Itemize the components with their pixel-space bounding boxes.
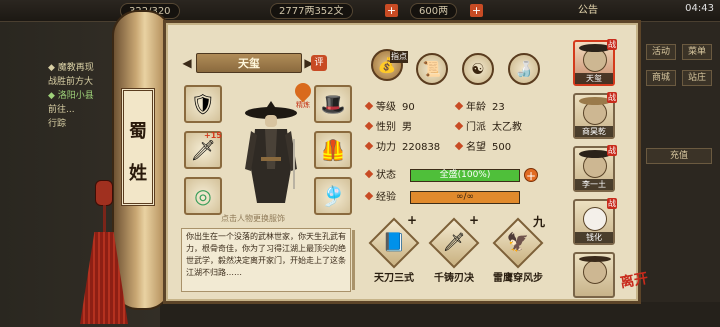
add-gold-button[interactable]: + [470, 4, 483, 17]
exp-bar: ∞/∞ [410, 191, 520, 204]
pendant-icon: 🎐 [320, 184, 346, 208]
character-avatar[interactable] [241, 99, 301, 209]
equip-slot-pendant[interactable]: 🎐 [314, 177, 352, 215]
gourd-icon[interactable]: 🍶 [508, 53, 540, 85]
enhance-level: +15 [204, 131, 222, 140]
restore-status-button[interactable]: + [524, 168, 538, 183]
battle-tag: 战 [607, 198, 617, 209]
quest-line-1[interactable]: ◆ 魔教再现 [48, 60, 94, 73]
blade-icon: 🗡 [442, 232, 466, 253]
plaque-char-2: 姓 [129, 163, 147, 184]
plaque-char-1: 蜀 [129, 121, 147, 142]
party-member-name: 李一土 [575, 179, 613, 190]
stat-level: 等级 90 [364, 101, 415, 115]
scroll-plaque: 蜀 姓 [121, 88, 155, 206]
book-icon: 📘 [382, 232, 406, 253]
equip-slot-bracelet[interactable]: ◎ [184, 177, 222, 215]
bracelet-icon: ◎ [194, 184, 212, 208]
skill-1[interactable]: 📘 [368, 217, 420, 269]
zhidian-tag: 指点 [390, 51, 408, 63]
status-label: 状态 [364, 169, 396, 183]
stat-sect: 门派 太乙教 [454, 121, 522, 135]
quest-line-2: 战胜前方大 [48, 77, 94, 87]
activity-button[interactable]: 活动 [646, 44, 676, 60]
party-member-name: 天玺 [575, 73, 613, 84]
avatar-hint: 点击人物更换服饰 [221, 214, 285, 223]
skill-3-name: 雷鹰穿风步 [493, 273, 543, 284]
status-bar: 全盛(100%) [410, 169, 520, 182]
world-background-bottom [160, 302, 720, 327]
status-bar-text: 全盛(100%) [439, 170, 491, 180]
party-member-3[interactable]: 战 李一土 [573, 145, 617, 192]
menu-button[interactable]: 菜单 [682, 44, 712, 60]
skill-3[interactable]: 🦅 [492, 217, 544, 269]
recharge-button[interactable]: 充值 [646, 148, 712, 164]
stat-power: 功力 220838 [364, 141, 440, 155]
quest-line-4: 前往... [48, 105, 75, 115]
stat-gender: 性别男 [364, 121, 412, 135]
clock: 04:43 [685, 3, 714, 14]
hat-icon: 🎩 [320, 92, 346, 116]
add-coins-button[interactable]: + [385, 4, 398, 17]
rate-button[interactable]: 评 [311, 55, 327, 71]
eagle-icon: 🦅 [506, 232, 530, 253]
battle-tag: 战 [607, 145, 617, 156]
equip-slot-hat[interactable]: 🎩 [314, 85, 352, 123]
equip-slot-weapon[interactable]: 🗡 +15 [184, 131, 222, 169]
character-name-banner: 天玺 [196, 53, 302, 73]
coin-counter: 2777两352文 [270, 3, 353, 19]
hair-icon [579, 256, 611, 262]
taiji-icon[interactable]: ☯ [462, 53, 494, 85]
top-status-bar: 322/320 2777两352文 + 600两 + 公告 04:43 [0, 0, 720, 22]
party-member-1[interactable]: 战 天玺 [573, 39, 617, 86]
equip-slot-armor[interactable]: 🦺 [314, 131, 352, 169]
exp-label: 经验 [364, 191, 396, 205]
equip-slot-shoulder[interactable]: 🛡 [184, 85, 222, 123]
character-panel: ◀ 天玺 ▶ 评 🛡 🗡 +15 ◎ 精炼 点击人物更换服饰 🎩 🦺 🎐 💰 指… [163, 20, 641, 304]
battle-tag: 战 [607, 39, 617, 50]
quest-line-5: 行踪 [48, 119, 67, 129]
manor-button[interactable]: 站庄 [682, 70, 712, 86]
party-member-name: 商昊乾 [575, 126, 613, 137]
party-member-4[interactable]: 战 钱化 [573, 198, 617, 245]
exp-bar-text: ∞/∞ [455, 192, 475, 202]
gold-counter: 600两 [410, 3, 458, 19]
quest-line-3[interactable]: ◆ 洛阳小县 [48, 88, 94, 101]
battle-tag: 战 [607, 92, 617, 103]
stat-age: 年龄 23 [454, 101, 505, 115]
tassel-knot [95, 180, 113, 206]
character-bio: 你出生在一个没落的武林世家，你天生孔武有力，根骨奇佳，你为了习得江湖上最顶尖的绝… [181, 228, 351, 292]
prev-character-arrow[interactable]: ◀ [180, 56, 194, 70]
shop-button[interactable]: 商城 [646, 70, 676, 86]
scroll-book-icon[interactable]: 📜 [416, 53, 448, 85]
stat-fame: 名望 500 [454, 141, 511, 155]
party-member-5[interactable] [573, 252, 615, 298]
armor-icon: 🦺 [320, 138, 346, 162]
party-member-2[interactable]: 战 商昊乾 [573, 92, 617, 139]
skill-2[interactable]: 🗡 [428, 217, 480, 269]
notice-button[interactable]: 公告 [578, 3, 598, 19]
party-member-name: 钱化 [575, 232, 613, 243]
tassel-cord [103, 205, 106, 235]
shoulder-armor-icon: 🛡 [190, 92, 216, 116]
